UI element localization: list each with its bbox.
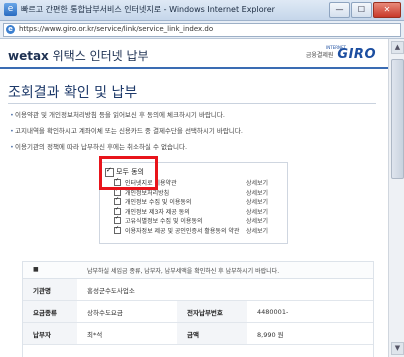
table-row: 요금종류 상하수도요금 전자납부번호 4480001- (23, 300, 373, 323)
scroll-down-icon[interactable]: ▼ (391, 342, 404, 355)
info-header-text: 납부하실 세입금 종류, 납부자, 납부세액을 확인하신 후 납부하시기 바랍니… (87, 268, 280, 275)
page-content: wetax 위택스 인터넷 납부 금융결제원 GIRO INTERNET 조회결… (0, 39, 388, 357)
close-button[interactable]: ✕ (373, 2, 401, 18)
detail-link[interactable]: 상세보기 (246, 197, 268, 206)
info-header: ■ 납부하실 세입금 종류, 납부자, 납부세액을 확인하신 후 납부하시기 바… (23, 262, 373, 279)
checkbox-icon[interactable] (114, 196, 121, 206)
url-field[interactable]: e https://www.giro.or.kr/service/link/se… (3, 23, 401, 37)
minimize-button[interactable]: — (329, 2, 350, 18)
agreement-item[interactable]: 이용자정보 제공 및 공인인증서 활용동의 약관상세보기 (114, 225, 284, 236)
brand-suffix: 위택스 인터넷 납부 (52, 49, 149, 63)
notice-item: •고지내역을 확인하시고 계좌이체 또는 신용카드 중 결제수단을 선택하시기 … (10, 127, 243, 135)
table-row: 기관명 홍성군수도사업소 (23, 279, 373, 301)
checkbox-icon[interactable] (114, 206, 121, 215)
checkbox-icon[interactable] (114, 225, 121, 234)
checkbox-icon[interactable] (114, 215, 121, 225)
detail-link[interactable]: 상세보기 (246, 226, 268, 235)
detail-link[interactable]: 상세보기 (246, 207, 268, 216)
bullet-icon: ■ (33, 266, 39, 273)
giro-logo[interactable]: 금융결제원 GIRO INTERNET (305, 45, 376, 62)
notice-item: •이용약관 및 개인정보처리방침 등을 읽어보신 후 동의에 체크하시기 바랍니… (10, 111, 225, 119)
notice-item: •이용기관의 정책에 따라 납부하신 후에는 취소하실 수 없습니다. (10, 143, 188, 151)
address-bar: e https://www.giro.or.kr/service/link/se… (0, 21, 404, 39)
agreement-item[interactable]: 개인정보 제3자 제공 동의상세보기 (114, 206, 284, 217)
highlight-annotation (99, 156, 158, 190)
detail-link[interactable]: 상세보기 (246, 216, 268, 225)
logo-caption: 금융결제원 (305, 52, 334, 59)
window-title: 빠르고 간편한 통합납부서비스 인터넷지로 - Windows Internet… (21, 5, 275, 14)
agreement-item[interactable]: 고유식별정보 수집 및 이용동의상세보기 (114, 215, 284, 226)
scroll-thumb[interactable] (391, 59, 404, 179)
page-icon: e (6, 25, 15, 34)
title-bar: e 빠르고 간편한 통합납부서비스 인터넷지로 - Windows Intern… (0, 0, 404, 21)
detail-link[interactable]: 상세보기 (246, 178, 268, 187)
payment-info-panel: ■ 납부하실 세입금 종류, 납부자, 납부세액을 확인하신 후 납부하시기 바… (22, 261, 374, 357)
table-row: 납부자 최*석 금액 8,990 원 (23, 322, 373, 345)
site-header: wetax 위택스 인터넷 납부 금융결제원 GIRO INTERNET (0, 39, 388, 69)
logo-sup: INTERNET (326, 45, 346, 50)
vertical-scrollbar[interactable]: ▲ ▼ (388, 39, 404, 357)
page-title: 조회결과 확인 및 납부 (8, 85, 138, 101)
maximize-button[interactable]: ☐ (351, 2, 372, 18)
ie-app-icon: e (4, 3, 17, 16)
site-brand[interactable]: wetax 위택스 인터넷 납부 (8, 47, 149, 64)
scroll-up-icon[interactable]: ▲ (391, 41, 404, 54)
notice-list: •이용약관 및 개인정보처리방침 등을 읽어보신 후 동의에 체크하시기 바랍니… (10, 110, 380, 158)
window-controls: — ☐ ✕ (329, 2, 401, 18)
browser-window: e 빠르고 간편한 통합납부서비스 인터넷지로 - Windows Intern… (0, 0, 404, 357)
detail-link[interactable]: 상세보기 (246, 188, 268, 197)
divider (8, 103, 376, 104)
agreement-item[interactable]: 개인정보 수집 및 이용동의상세보기 (114, 196, 284, 207)
url-text[interactable]: https://www.giro.or.kr/service/link/serv… (19, 25, 213, 33)
brand-prefix: wetax (8, 49, 49, 63)
payment-info-table: 기관명 홍성군수도사업소 요금종류 상하수도요금 전자납부번호 4480001-… (23, 279, 373, 345)
